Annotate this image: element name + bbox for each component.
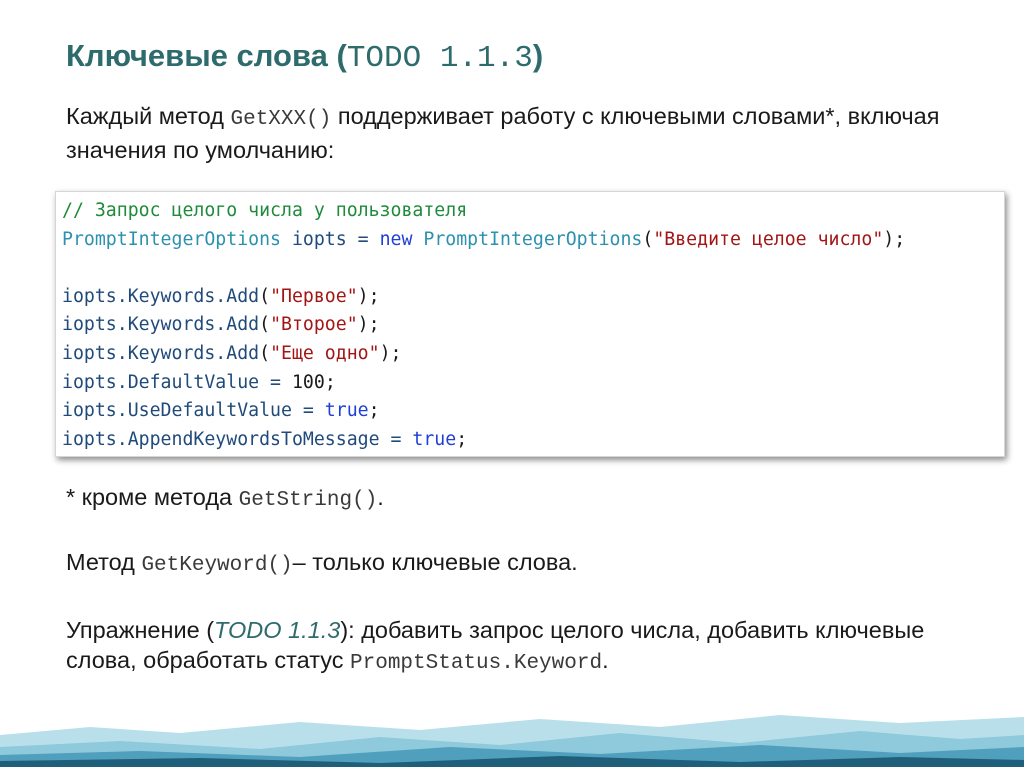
- code-var: iopts =: [281, 228, 380, 250]
- intro-code: GetXXX(): [230, 108, 332, 131]
- code-member: iopts.DefaultValue =: [62, 371, 292, 393]
- code-comment-line: // Запрос целого числа у пользователя: [62, 200, 468, 221]
- code-declaration-line: PromptIntegerOptions iopts = new PromptI…: [62, 226, 1004, 255]
- code-paren: );: [357, 285, 380, 307]
- code-keyword-line: iopts.Keywords.Add("Первое");: [62, 283, 1004, 312]
- title-close: ): [532, 38, 544, 73]
- code-paren: (: [259, 314, 271, 336]
- exercise-paragraph: Упражнение (TODO 1.1.3): добавить запрос…: [66, 615, 966, 679]
- method-note-code: GetKeyword(): [141, 554, 293, 577]
- footnote-text: * кроме метода: [66, 484, 239, 510]
- title-code: TODO 1.1.3: [346, 41, 533, 76]
- code-type: PromptIntegerOptions: [412, 228, 643, 250]
- code-string: "Первое": [270, 285, 358, 307]
- footnote-code: GetString(): [238, 489, 378, 512]
- code-paren: (: [259, 285, 271, 307]
- code-keyword: true: [324, 400, 369, 422]
- code-number: 100: [291, 371, 325, 393]
- code-member: iopts.Keywords.: [62, 314, 227, 336]
- code-method: Add: [226, 314, 260, 336]
- code-string: "Еще одно": [270, 342, 380, 364]
- code-type: PromptIntegerOptions: [62, 228, 281, 250]
- code-method: Add: [226, 342, 260, 364]
- slide-title: Ключевые слова (TODO 1.1.3): [66, 38, 543, 76]
- title-text: Ключевые слова (: [66, 38, 347, 73]
- code-snippet: // Запрос целого числа у пользователя Pr…: [55, 191, 1005, 457]
- code-member: iopts.UseDefaultValue =: [62, 400, 325, 422]
- code-paren: );: [883, 228, 906, 250]
- method-note-text-1: Метод: [66, 549, 142, 575]
- code-keyword: true: [412, 428, 457, 450]
- code-paren: );: [357, 314, 380, 336]
- code-paren: );: [379, 342, 402, 364]
- code-member: iopts.Keywords.: [62, 285, 227, 307]
- footnote: * кроме метода GetString().: [66, 482, 384, 516]
- footnote-period: .: [377, 484, 384, 510]
- exercise-text-3: .: [602, 647, 609, 673]
- exercise-todo: TODO 1.1.3: [214, 617, 341, 643]
- code-member: iopts.AppendKeywordsToMessage =: [62, 428, 413, 450]
- code-member: iopts.Keywords.: [62, 342, 227, 364]
- exercise-text-1: Упражнение (: [66, 617, 215, 643]
- code-semicolon: ;: [324, 371, 336, 393]
- code-default-value-line: iopts.DefaultValue = 100;: [62, 369, 1004, 398]
- method-note-text-2: – только ключевые слова.: [292, 549, 578, 575]
- code-keyword-line: iopts.Keywords.Add("Второе");: [62, 311, 1004, 340]
- code-string: "Введите целое число": [653, 228, 884, 250]
- code-semicolon: ;: [368, 400, 380, 422]
- code-keyword-line: iopts.Keywords.Add("Еще одно");: [62, 340, 1004, 369]
- code-keyword: new: [379, 228, 413, 250]
- code-string: "Второе": [270, 314, 358, 336]
- code-append-line: iopts.AppendKeywordsToMessage = true;: [62, 426, 1004, 455]
- code-paren: (: [642, 228, 654, 250]
- intro-paragraph: Каждый метод GetXXX() поддерживает работ…: [66, 101, 966, 165]
- footer-wave-decoration: [0, 715, 1024, 767]
- code-method: Add: [226, 285, 260, 307]
- method-note: Метод GetKeyword()– только ключевые слов…: [66, 547, 578, 581]
- code-use-default-line: iopts.UseDefaultValue = true;: [62, 397, 1004, 426]
- code-paren: (: [259, 342, 271, 364]
- code-semicolon: ;: [456, 428, 468, 450]
- intro-text-1: Каждый метод: [66, 103, 231, 129]
- exercise-code: PromptStatus.Keyword: [350, 652, 603, 675]
